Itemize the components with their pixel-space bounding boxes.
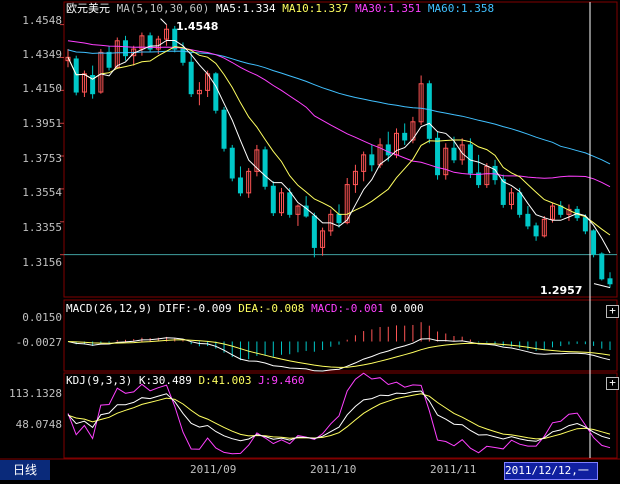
date-label: 2011/10 — [310, 463, 357, 476]
macd-indicator-label: MACD(26,12,9) — [66, 302, 153, 315]
ma60-value: MA60:1.358 — [427, 2, 495, 15]
candle-body — [451, 147, 457, 161]
candle-body — [237, 177, 243, 194]
price-header: 欧元美元 MA(5,10,30,60) MA5:1.334 MA10:1.337… — [66, 2, 494, 16]
candle-body — [492, 165, 498, 181]
macd-dea-value: DEA:-0.008 — [238, 302, 305, 315]
macd-axis-label: -0.0027 — [15, 336, 62, 349]
candle-body — [500, 179, 506, 205]
candle-body — [385, 144, 391, 156]
ma30-value: MA30:1.351 — [355, 2, 422, 15]
price-axis-label: 1.3753 — [22, 152, 62, 165]
candle-body — [435, 137, 441, 176]
expand-kdj-button[interactable]: + — [606, 377, 619, 390]
candle-body — [188, 61, 194, 95]
kdj-axis-label: 113.1328 — [9, 387, 62, 400]
price-axis-label: 1.3554 — [22, 186, 62, 199]
low-price-label: 1.2957 — [540, 284, 583, 297]
candle-body — [229, 147, 235, 179]
candle-body — [607, 278, 613, 285]
kdj-header: KDJ(9,3,3) K:30.489 D:41.003 J:9.460 — [66, 374, 304, 388]
candle-body — [558, 205, 564, 215]
date-label: 2011/11 — [430, 463, 477, 476]
macd-diff-value: DIFF:-0.009 — [158, 302, 232, 315]
price-pane-frame — [63, 1, 618, 298]
date-label: 2011/09 — [190, 463, 237, 476]
ma5-value: MA5:1.334 — [215, 2, 276, 15]
high-price-label: 1.4548 — [176, 20, 219, 33]
candle-body — [311, 215, 317, 248]
macd-value: MACD:-0.001 — [311, 302, 384, 315]
ma60-line — [67, 49, 611, 165]
kdj-d-value: D:41.003 — [198, 374, 252, 387]
candle-body — [262, 149, 268, 187]
candle-body — [122, 40, 128, 57]
high-marker — [160, 18, 167, 25]
candle-body — [426, 83, 432, 139]
candle-body — [336, 213, 342, 224]
candle-body — [599, 253, 605, 280]
macd-zero-value: 0.000 — [390, 302, 424, 315]
ma-indicator-label: MA(5,10,30,60) — [116, 2, 210, 15]
candle-body — [402, 132, 408, 141]
price-axis-label: 1.3156 — [22, 256, 62, 269]
price-axis-label: 1.4548 — [22, 14, 62, 27]
price-axis-label: 1.3355 — [22, 221, 62, 234]
price-axis-label: 1.4349 — [22, 48, 62, 61]
kdj-axis-label: 48.0748 — [15, 418, 62, 431]
chart-window: 欧元美元 MA(5,10,30,60) MA5:1.334 MA10:1.337… — [0, 0, 620, 480]
candle-body — [517, 192, 523, 215]
price-axis-label: 1.3951 — [22, 117, 62, 130]
macd-header: MACD(26,12,9) DIFF:-0.009 DEA:-0.008 MAC… — [66, 302, 424, 316]
candle-body — [582, 217, 588, 232]
kdj-indicator-label: KDJ(9,3,3) — [66, 374, 133, 387]
symbol-name: 欧元美元 — [66, 2, 110, 15]
cursor-date-box: 2011/12/12,一 — [504, 462, 598, 480]
candle-body — [525, 213, 531, 227]
candle-body — [270, 185, 276, 214]
candle-body — [73, 58, 79, 93]
expand-macd-button[interactable]: + — [606, 305, 619, 318]
kdj-k-value: K:30.489 — [138, 374, 192, 387]
ma30-line — [67, 40, 611, 188]
candle-body — [591, 230, 597, 255]
candle-body — [287, 192, 293, 215]
ma10-value: MA10:1.337 — [282, 2, 349, 15]
candle-body — [533, 225, 539, 237]
macd-axis-label: 0.0150 — [22, 311, 62, 324]
candle-body — [106, 51, 112, 68]
candle-body — [221, 109, 227, 149]
chart-canvas[interactable] — [0, 0, 620, 480]
kdj-j-value: J:9.460 — [258, 374, 305, 387]
price-axis-label: 1.4150 — [22, 82, 62, 95]
period-tab-daily[interactable]: 日线 — [0, 460, 50, 480]
candle-body — [213, 73, 219, 111]
candle-body — [369, 154, 375, 166]
